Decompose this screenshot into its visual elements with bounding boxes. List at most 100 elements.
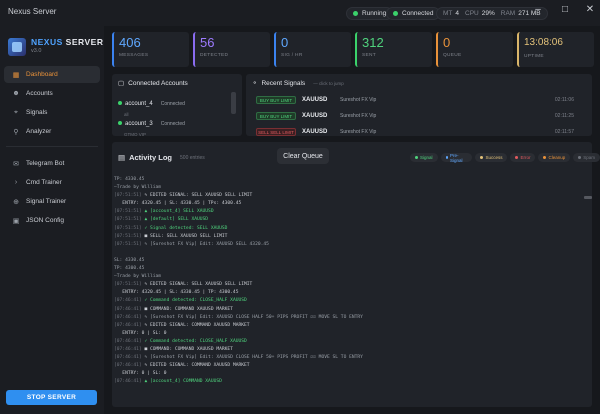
signal-icon: ⚬ [252,80,258,87]
stat-card-queue: 0 QUEUE [436,32,513,67]
log-timestamp: [07:46:41] [114,346,145,352]
log-message: ■ COMMAND: COMMAND XAUUSD MARKET [144,306,233,312]
log-line: [07:51:51] ▲ [account_4] SELL XAUUSD [114,208,584,216]
connected-dot-icon [393,11,398,16]
minimize-icon[interactable]: – [530,3,546,17]
log-timestamp: [07:46:41] [114,338,145,344]
stop-server-button[interactable]: STOP SERVER [6,390,97,405]
log-message: TP: 4330.45 [114,177,145,182]
log-timestamp: [07:46:41] [114,355,145,361]
accounts-icon: ☻ [12,90,20,97]
log-message: ✎ EDITED SIGNAL: COMMAND XAUUSD MARKET [144,363,250,369]
sidebar-item-telegram-bot[interactable]: ✉ Telegram Bot [4,155,100,172]
sidebar-item-analyzer[interactable]: ⚲ Analyzer [4,123,100,140]
log-line: [07:46:41] ✎ [Sureshot FX Vip] Edit: XAU… [114,354,584,362]
log-timestamp: [07:51:51] [114,241,145,247]
telegram-icon: ✉ [13,160,19,168]
log-line: [07:46:41] ✎ EDITED SIGNAL: COMMAND XAUU… [114,362,584,370]
log-message: ■ COMMAND: COMMAND XAUUSD MARKET [144,346,233,352]
sidebar-item-cmd-trainer[interactable]: › Cmd Trainer [4,174,100,191]
log-message: ✎ [Sureshot FX Vip] Edit: XAUUSD CLOSE H… [144,355,363,361]
connected-status: Connected [386,7,441,20]
log-line: —Trade by William [114,184,584,192]
log-line: ENTRY: 4320.45 | SL: 4330.45 | TP: 4300.… [114,289,584,297]
log-message: —Trade by William [114,185,162,191]
log-message: —Trade by William [114,274,162,280]
log-message: ▲ [default] SELL XAUUSD [144,217,209,223]
signal-row[interactable]: BUY BUY LIMIT XAUUSD Sureshot FX Vip 02:… [256,111,582,121]
log-line: ENTRY: 0 | SL: 0 [114,330,584,338]
log-timestamp: [07:51:51] [114,233,145,239]
sidebar-item-dashboard[interactable]: ▦ Dashboard [4,66,100,83]
clear-queue-button[interactable]: Clear Queue [277,148,329,164]
filter-signal[interactable]: Signal [410,153,438,162]
filter-pre-signal[interactable]: Pre-Signal [440,153,473,163]
log-timestamp: [07:46:41] [114,306,145,312]
log-line: [07:46:41] ✓ Command detected: CLOSE_HAL… [114,338,584,346]
account-row[interactable]: account_4 Connected all [118,92,226,117]
stat-card-uptime: 13:08:06 UPTIME [517,32,594,67]
brand-name: NEXUS SERVER [31,37,104,47]
log-message: ✎ EDITED SIGNAL: SELL XAUUSD SELL LIMIT [144,282,253,288]
log-icon: ▤ [118,153,126,162]
log-message: ENTRY: 4320.45 | SL: 4330.45 | TPs: 4300… [114,201,242,207]
dashboard-icon: ▦ [12,71,20,79]
sidebar-item-signals[interactable]: ⌖ Signals [4,104,100,121]
sidebar-item-accounts[interactable]: ☻ Accounts [4,85,100,102]
main-content: 406 MESSAGES 56 DETECTED 0 SIG / HR 312 … [104,26,600,414]
log-timestamp: [07:46:41] [114,363,145,369]
stat-card-messages: 406 MESSAGES [112,32,189,67]
maximize-icon[interactable]: □ [557,3,573,17]
log-line: ENTRY: 4320.45 | SL: 4330.45 | TPs: 4300… [114,200,584,208]
log-message: ✓ Command detected: CLOSE_HALF XAUUSD [144,298,247,304]
log-line: [07:51:51] ✎ EDITED SIGNAL: SELL XAUUSD … [114,192,584,200]
log-timestamp: [07:51:51] [114,209,145,215]
signal-row[interactable]: BUY BUY LIMIT XAUUSD Sureshot FX Vip 02:… [256,95,582,105]
log-message: ✎ [Sureshot FX Vip] Edit: XAUUSD SELL 43… [144,241,269,247]
recent-signals-panel: ⚬ Recent Signals — click to jump BUY BUY… [246,74,592,136]
sidebar: NEXUS SERVER v3.0 ▦ Dashboard ☻ Accounts… [0,26,104,414]
log-message: ✎ EDITED SIGNAL: COMMAND XAUUSD MARKET [144,322,250,328]
online-dot-icon [118,101,122,105]
filter-success[interactable]: Success [475,153,508,162]
connected-accounts-panel: ▢ Connected Accounts account_4 Connected … [112,74,242,137]
log-line: —Trade by William [114,273,584,281]
online-dot-icon [118,121,122,125]
close-icon[interactable]: ✕ [582,3,598,17]
log-line: [07:46:41] ■ COMMAND: COMMAND XAUUSD MAR… [114,346,584,354]
filter-error[interactable]: Error [510,153,536,162]
log-timestamp: [07:46:41] [114,322,145,328]
activity-log-list[interactable]: TP: 4330.45 —Trade by William [07:51:51] ✎… [114,176,584,386]
signal-row[interactable]: SELL SELL LIMIT XAUUSD Sureshot FX Vip 0… [256,127,582,136]
sidebar-item-signal-trainer[interactable]: ⊕ Signal Trainer [4,193,100,210]
log-timestamp: [07:46:41] [114,379,145,385]
log-scrollbar[interactable] [584,196,592,199]
analyzer-icon: ⚲ [13,128,19,136]
account-row[interactable]: account_3 Connected GTMO VIP [118,112,226,137]
signal-type-badge: BUY BUY LIMIT [256,112,296,120]
log-message: ▲ [account_4] SELL XAUUSD [144,209,214,215]
signal-type-badge: SELL SELL LIMIT [256,128,296,136]
running-dot-icon [353,11,358,16]
log-line: [07:51:51] ▲ [default] SELL XAUUSD [114,216,584,224]
monitor-icon: ▢ [118,80,125,87]
filter-cleanup[interactable]: Cleanup [538,153,571,162]
recent-signals-header: ⚬ Recent Signals — click to jump [252,79,344,88]
signal-trainer-icon: ⊕ [13,198,19,206]
log-timestamp: [07:51:51] [114,217,145,223]
signals-icon: ⌖ [14,108,18,116]
log-line: [07:51:51] ✎ EDITED SIGNAL: SELL XAUUSD … [114,281,584,289]
log-line: TP: 4300.45 [114,265,584,273]
log-line: [07:46:41] ✎ [Sureshot FX Vip] Edit: XAU… [114,314,584,322]
filter-spam[interactable]: Spam [573,153,600,162]
title-bar: Nexus Server Running Connected MT 4 CPU … [0,0,600,26]
log-line [114,249,584,257]
log-message: ✓ Signal detected: SELL XAUUSD [144,225,228,231]
terminal-icon: › [14,179,18,186]
stat-card-sent: 312 SENT [355,32,432,67]
connected-accounts-header: ▢ Connected Accounts [118,79,188,88]
accounts-scrollbar[interactable] [231,92,236,114]
log-timestamp: [07:51:51] [114,193,145,199]
log-line: [07:51:51] ■ SELL: SELL XAUUSD SELL LIMI… [114,233,584,241]
sidebar-item-json-config[interactable]: ▣ JSON Config [4,212,100,229]
